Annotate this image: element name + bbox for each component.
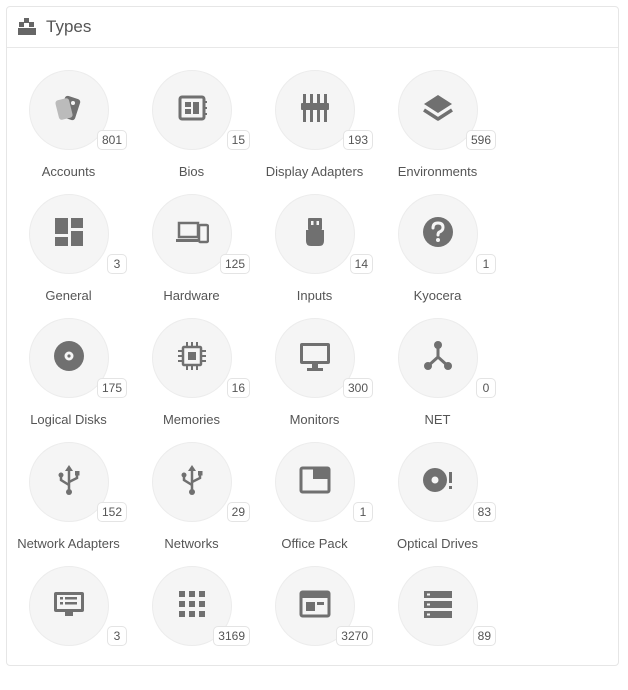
type-tile-display-list[interactable]: 3 [7,566,130,690]
tile-label: Accounts [41,164,96,179]
type-tile-inputs[interactable]: 14 Inputs [253,194,376,318]
type-tile-bios[interactable]: 15 Bios [130,70,253,194]
type-tile-optical-drives[interactable]: 83 Optical Drives [376,442,499,566]
type-tile-environments[interactable]: 596 Environments [376,70,499,194]
panel-title: Types [46,17,92,36]
usb-plug-icon [298,215,332,254]
dashboard-icon [52,215,86,254]
type-grid: 801 Accounts 15 Bios 193 Display Adapter… [7,70,499,690]
type-tile-server[interactable]: 89 [376,566,499,690]
count-badge: 152 [96,502,127,522]
tile-label: Network Adapters [17,536,120,551]
type-tile-accounts[interactable]: 801 Accounts [7,70,130,194]
tile-label: Kyocera [413,288,462,303]
tile-label: Inputs [296,288,333,303]
display-list-icon [52,587,86,626]
tile-label: Logical Disks [30,412,107,427]
count-badge: 14 [349,254,373,274]
tile-label: NET [424,412,451,427]
type-tile-apps-grid[interactable]: 3169 [130,566,253,690]
count-badge: 83 [472,502,496,522]
usb-icon [52,463,86,502]
panel-header: Types [7,7,618,48]
count-badge: 1 [353,502,373,522]
count-badge: 801 [96,130,127,150]
count-badge: 0 [476,378,496,398]
adapter-icon [298,91,332,130]
count-badge: 1 [476,254,496,274]
memory-chip-icon [175,339,209,378]
tile-label: Display Adapters [265,164,364,179]
web-window-icon [298,587,332,626]
type-tile-kyocera[interactable]: 1 Kyocera [376,194,499,318]
type-tile-hardware[interactable]: 125 Hardware [130,194,253,318]
disc-icon [52,339,86,378]
network-icon [421,339,455,378]
count-badge: 596 [465,130,496,150]
count-badge: 16 [226,378,250,398]
tile-label: Monitors [289,412,340,427]
tile-label: Bios [178,164,205,179]
tile-label: Environments [397,164,478,179]
count-badge: 193 [342,130,373,150]
disc-alert-icon [421,463,455,502]
type-tile-logical-disks[interactable]: 175 Logical Disks [7,318,130,442]
type-tile-web-window[interactable]: 3270 [253,566,376,690]
tile-label: Optical Drives [397,536,478,551]
tile-label: Hardware [163,288,220,303]
type-tile-net[interactable]: 0 NET [376,318,499,442]
count-badge: 300 [342,378,373,398]
type-tile-memories[interactable]: 16 Memories [130,318,253,442]
boxes-icon [18,18,36,36]
chip-board-icon [175,91,209,130]
server-icon [421,587,455,626]
type-tile-display-adapters[interactable]: 193 Display Adapters [253,70,376,194]
count-badge: 3 [107,254,127,274]
tile-label: Memories [162,412,221,427]
type-tile-general[interactable]: 3 General [7,194,130,318]
tile-label: Networks [164,536,219,551]
count-badge: 3169 [213,626,250,646]
count-badge: 29 [226,502,250,522]
help-icon [421,215,455,254]
count-badge: 15 [226,130,250,150]
monitor-icon [298,339,332,378]
count-badge: 125 [219,254,250,274]
type-tile-office-pack[interactable]: 1 Office Pack [253,442,376,566]
count-badge: 3270 [336,626,373,646]
type-tile-networks[interactable]: 29 Networks [130,442,253,566]
count-badge: 3 [107,626,127,646]
usb-icon [175,463,209,502]
layers-icon [421,91,455,130]
count-badge: 89 [472,626,496,646]
type-tile-monitors[interactable]: 300 Monitors [253,318,376,442]
tile-label: Office Pack [281,536,348,551]
type-tile-network-adapters[interactable]: 152 Network Adapters [7,442,130,566]
tags-icon [52,91,86,130]
apps-grid-icon [175,587,209,626]
tile-label: General [45,288,92,303]
devices-icon [175,215,210,254]
count-badge: 175 [96,378,127,398]
window-icon [298,463,332,502]
